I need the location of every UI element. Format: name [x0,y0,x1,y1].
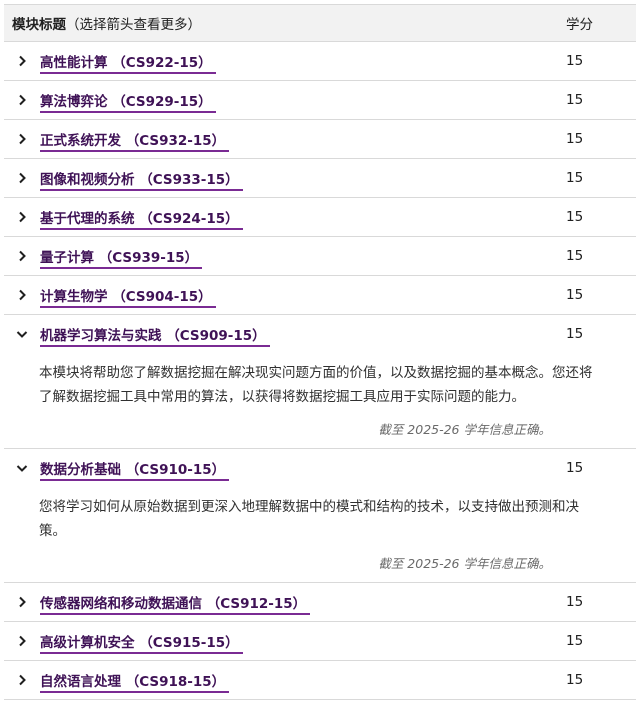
module-title-link[interactable]: 基于代理的系统 （CS924-15） [40,211,243,230]
module-title-link[interactable]: 高性能计算 （CS922-15） [40,55,216,74]
module-title-link[interactable]: 数据分析基础 （CS910-15） [40,462,230,481]
module-title-cell: 高级计算机安全 （CS915-15） [40,631,566,654]
modules-table: 模块标题（选择箭头查看更多） 学分 高性能计算 （CS922-15） 15 算法博弈… [4,4,636,700]
chevron-down-icon[interactable] [4,462,40,474]
module-credit: 15 [566,287,584,303]
chevron-right-icon[interactable] [4,55,40,67]
module-title-link[interactable]: 图像和视频分析 （CS933-15） [40,172,243,191]
module-title-link[interactable]: 算法博弈论 （CS929-15） [40,94,216,113]
module-row-header[interactable]: 机器学习算法与实践 （CS909-15） 15 [4,315,636,353]
module-title-link[interactable]: 自然语言处理 （CS918-15） [40,674,230,693]
module-credit: 15 [566,131,584,147]
module-credit: 15 [566,326,584,342]
module-credit: 15 [566,209,584,225]
module-credit: 15 [566,170,584,186]
chevron-right-icon[interactable] [4,94,40,106]
module-description: 本模块将帮助您了解数据挖掘在解决现实问题方面的价值，以及数据挖掘的基本概念。您还… [39,365,593,405]
chevron-right-icon[interactable] [4,172,40,184]
module-row-header[interactable]: 高级计算机安全 （CS915-15） 15 [4,622,636,660]
module-title-cell: 算法博弈论 （CS929-15） [40,90,566,113]
chevron-down-icon[interactable] [4,328,40,340]
module-info-note: 截至 2025-26 学年信息正确。 [378,556,551,571]
module-row-header[interactable]: 传感器网络和移动数据通信 （CS912-15） 15 [4,583,636,621]
module-row: 高级计算机安全 （CS915-15） 15 [4,622,636,661]
header-title-hint: （选择箭头查看更多） [66,17,201,33]
module-row-header[interactable]: 图像和视频分析 （CS933-15） 15 [4,159,636,197]
module-row: 机器学习算法与实践 （CS909-15） 15 本模块将帮助您了解数据挖掘在解决现实… [4,315,636,449]
module-title-cell: 传感器网络和移动数据通信 （CS912-15） [40,592,566,615]
module-title-cell: 正式系统开发 （CS932-15） [40,129,566,152]
module-row-header[interactable]: 正式系统开发 （CS932-15） 15 [4,120,636,158]
module-row-header[interactable]: 自然语言处理 （CS918-15） 15 [4,661,636,699]
chevron-right-icon[interactable] [4,289,40,301]
module-row: 计算生物学 （CS904-15） 15 [4,276,636,315]
module-list: 高性能计算 （CS922-15） 15 算法博弈论 （CS929-15） 15 正式系统… [4,42,636,700]
module-row: 自然语言处理 （CS918-15） 15 [4,661,636,700]
module-title-cell: 图像和视频分析 （CS933-15） [40,168,566,191]
module-title-link[interactable]: 传感器网络和移动数据通信 （CS912-15） [40,596,311,615]
header-title-bold: 模块标题 [12,17,66,33]
module-title-cell: 自然语言处理 （CS918-15） [40,670,566,693]
module-credit: 15 [566,92,584,108]
module-row-header[interactable]: 计算生物学 （CS904-15） 15 [4,276,636,314]
module-credit: 15 [566,594,584,610]
module-credit: 15 [566,633,584,649]
module-title-link[interactable]: 计算生物学 （CS904-15） [40,289,216,308]
module-credit: 15 [566,672,584,688]
chevron-right-icon[interactable] [4,635,40,647]
chevron-right-icon[interactable] [4,211,40,223]
module-row: 正式系统开发 （CS932-15） 15 [4,120,636,159]
module-credit: 15 [566,53,584,69]
module-row-header[interactable]: 量子计算 （CS939-15） 15 [4,237,636,275]
module-row: 量子计算 （CS939-15） 15 [4,237,636,276]
module-row: 传感器网络和移动数据通信 （CS912-15） 15 [4,583,636,622]
module-title-cell: 基于代理的系统 （CS924-15） [40,207,566,230]
module-title-cell: 量子计算 （CS939-15） [40,246,566,269]
module-title-cell: 机器学习算法与实践 （CS909-15） [40,324,566,347]
module-row: 算法博弈论 （CS929-15） 15 [4,81,636,120]
module-row-header[interactable]: 算法博弈论 （CS929-15） 15 [4,81,636,119]
module-info-note: 截至 2025-26 学年信息正确。 [378,422,551,437]
module-description: 您将学习如何从原始数据到更深入地理解数据中的模式和结构的技术，以支持做出预测和决… [39,499,579,539]
module-title-link[interactable]: 正式系统开发 （CS932-15） [40,133,230,152]
header-title: 模块标题（选择箭头查看更多） [4,13,566,33]
module-row: 数据分析基础 （CS910-15） 15 您将学习如何从原始数据到更深入地理解数据中… [4,449,636,583]
chevron-right-icon[interactable] [4,596,40,608]
module-title-link[interactable]: 量子计算 （CS939-15） [40,250,203,269]
module-row-header[interactable]: 高性能计算 （CS922-15） 15 [4,42,636,80]
module-title-cell: 高性能计算 （CS922-15） [40,51,566,74]
module-title-cell: 数据分析基础 （CS910-15） [40,458,566,481]
module-credit: 15 [566,248,584,264]
module-row-header[interactable]: 基于代理的系统 （CS924-15） 15 [4,198,636,236]
chevron-right-icon[interactable] [4,250,40,262]
module-title-link[interactable]: 机器学习算法与实践 （CS909-15） [40,328,270,347]
chevron-right-icon[interactable] [4,133,40,145]
table-header: 模块标题（选择箭头查看更多） 学分 [4,4,636,42]
module-row: 基于代理的系统 （CS924-15） 15 [4,198,636,237]
chevron-right-icon[interactable] [4,674,40,686]
header-credit: 学分 [566,17,593,33]
module-title-cell: 计算生物学 （CS904-15） [40,285,566,308]
module-row: 高性能计算 （CS922-15） 15 [4,42,636,81]
module-credit: 15 [566,460,584,476]
module-row-header[interactable]: 数据分析基础 （CS910-15） 15 [4,449,636,487]
module-title-link[interactable]: 高级计算机安全 （CS915-15） [40,635,243,654]
module-row: 图像和视频分析 （CS933-15） 15 [4,159,636,198]
